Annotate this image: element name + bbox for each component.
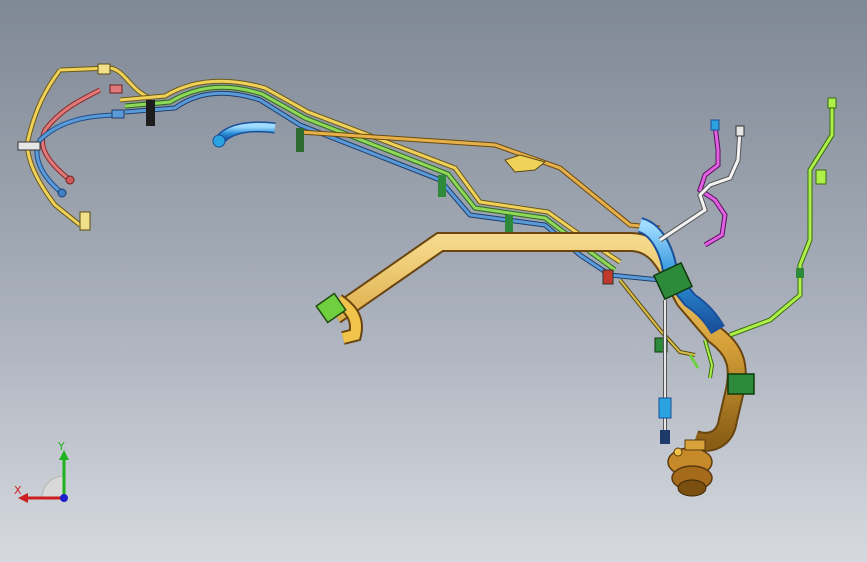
hose-clip[interactable] — [438, 175, 446, 197]
main-line-bundle[interactable] — [119, 78, 661, 285]
orange-main-pipe[interactable] — [315, 232, 755, 452]
cyan-hose-upper[interactable] — [212, 121, 276, 148]
pipe-clamp[interactable] — [727, 373, 755, 395]
z-axis-dot — [60, 494, 68, 502]
pump-assembly[interactable] — [667, 439, 713, 497]
magenta-white-lines[interactable] — [658, 119, 745, 248]
hose-assembly-model[interactable] — [0, 0, 867, 562]
x-axis-label: X — [14, 484, 22, 497]
cad-viewport[interactable]: Y X — [0, 0, 867, 562]
axis-triad: Y X — [14, 440, 69, 503]
grey-tube[interactable] — [658, 300, 672, 444]
hose-clip[interactable] — [17, 141, 41, 151]
hose-clip[interactable] — [146, 100, 155, 126]
hose-clip[interactable] — [296, 128, 304, 152]
y-axis-label: Y — [57, 440, 65, 453]
left-hose-bundle[interactable] — [17, 63, 152, 231]
